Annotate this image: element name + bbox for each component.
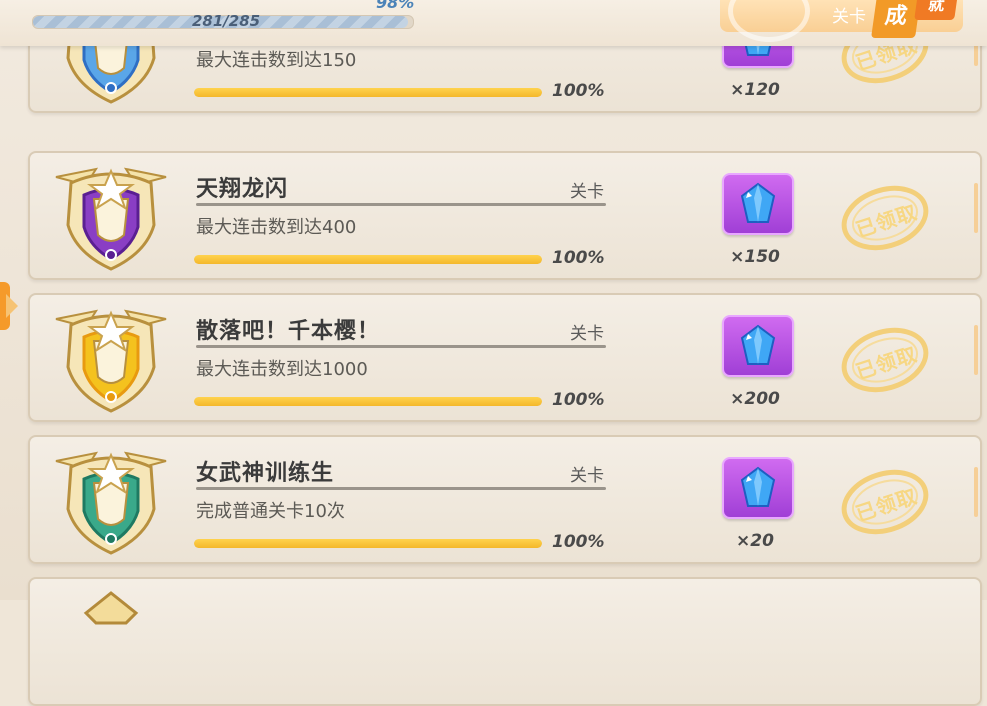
achievement-progress-text: 100% [552,390,605,410]
reward-quantity: ×200 [730,389,780,409]
achievement-description: 最大连击数到达400 [196,217,357,238]
achievement-progress-text: 100% [552,532,605,552]
achievement-description: 最大连击数到达150 [196,50,357,71]
claimed-stamp: 已领取 [840,469,930,535]
achievement-progress-fill [194,397,542,406]
achievement-description: 最大连击数到达1000 [196,359,368,380]
achievement-title: 女武神训练生 [196,461,335,486]
medal-icon [55,167,167,271]
card-edge-accent [974,183,978,233]
medal-icon [55,451,167,555]
achievement-card: 天翔龙闪 关卡 最大连击数到达400 100% ×150 已领取 [28,151,982,280]
category-tab-label[interactable]: 关卡 [832,2,866,27]
achievement-progress-text: 100% [552,81,605,101]
reward-quantity: ×150 [730,247,780,267]
claimed-stamp: 已领取 [840,185,930,251]
crystal-icon [740,324,776,365]
reward-quantity: ×120 [730,80,780,100]
overall-progress-percent: 98% [376,0,415,12]
achievement-category: 关卡 [570,324,604,344]
reward-gem-box [722,173,794,235]
claimed-stamp: 已领取 [840,327,930,393]
medal-icon [83,591,139,625]
title-divider [196,345,606,348]
top-bar: 281/285 98% 关卡 成 就 [0,0,987,46]
card-edge-accent [974,467,978,517]
achievement-card-partial [28,577,982,706]
medal-icon [55,309,167,413]
crystal-icon [740,466,776,507]
achievement-progress-bar [194,255,542,264]
achievement-badge-secondary: 就 [914,0,958,20]
achievement-description: 完成普通关卡10次 [196,501,345,522]
title-divider [196,203,606,206]
achievement-progress-bar [194,397,542,406]
side-tab-arrow-icon[interactable] [6,294,18,318]
overall-progress-count: 281/285 [192,12,261,30]
reward-quantity: ×20 [736,531,774,551]
achievement-progress-fill [194,539,542,548]
card-edge-accent [974,325,978,375]
achievement-category: 关卡 [570,466,604,486]
medal-watermark-icon [728,0,810,42]
achievement-progress-fill [194,255,542,264]
achievement-progress-bar [194,88,542,97]
reward-gem-box [722,457,794,519]
crystal-icon [740,182,776,223]
achievement-title: 散落吧！千本樱！ [196,319,381,344]
achievement-category: 关卡 [570,182,604,202]
achievement-badge: 成 [871,0,921,38]
achievement-card: 女武神训练生 关卡 完成普通关卡10次 100% ×20 已领取 [28,435,982,564]
achievement-title: 天翔龙闪 [196,177,289,202]
achievement-progress-fill [194,88,542,97]
achievement-progress-bar [194,539,542,548]
achievement-card: 散落吧！千本樱！ 关卡 最大连击数到达1000 100% ×200 已领取 [28,293,982,422]
title-divider [196,487,606,490]
reward-gem-box [722,315,794,377]
achievement-progress-text: 100% [552,248,605,268]
